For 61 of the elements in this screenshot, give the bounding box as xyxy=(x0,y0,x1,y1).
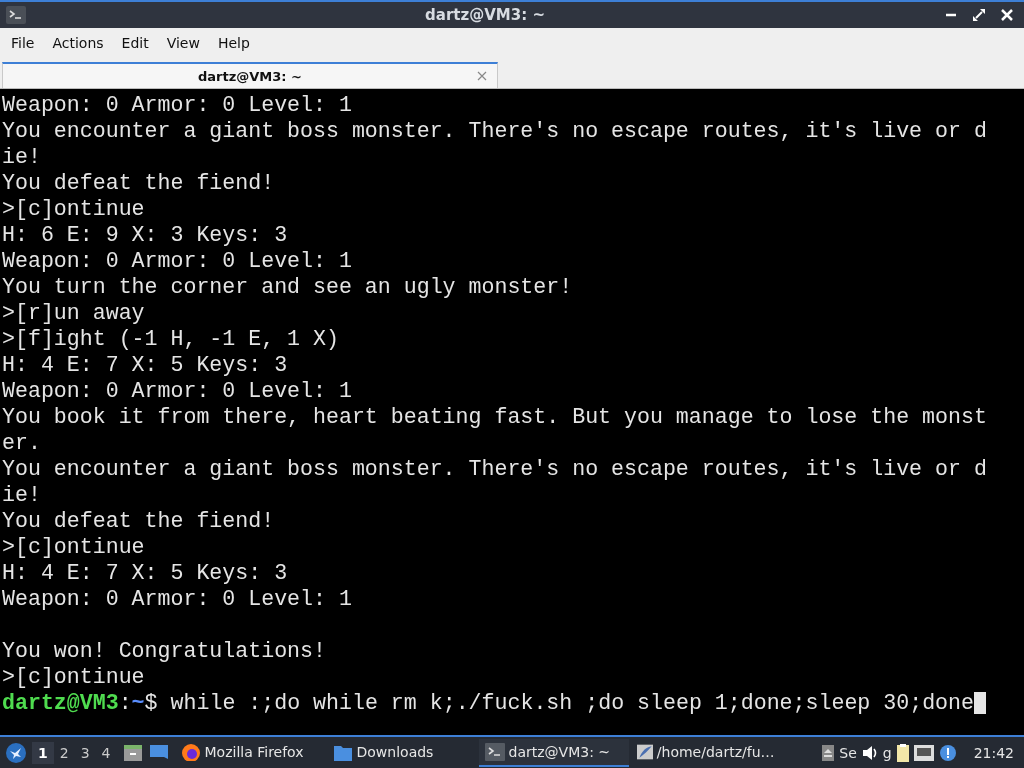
terminal-line: You encounter a giant boss monster. There's no escape routes, it's live or d xyxy=(1,456,988,482)
prompt-path: ~ xyxy=(131,690,145,716)
workspace-button[interactable]: 4 xyxy=(95,741,117,764)
network-icon xyxy=(913,744,934,761)
terminal-line: H: 4 E: 7 X: 5 Keys: 3 xyxy=(1,560,289,586)
terminal-line: You book it from there, heart beating fast. But you manage to lose the monst xyxy=(1,404,988,430)
menu-item[interactable]: Help xyxy=(208,31,259,55)
terminal-line: Weapon: 0 Armor: 0 Level: 1 xyxy=(1,586,353,612)
alert-icon xyxy=(938,743,957,762)
workspace-button[interactable]: 3 xyxy=(74,741,96,764)
terminal-line: >[c]ontinue xyxy=(1,196,146,222)
terminal-line: You turn the corner and see an ugly monster! xyxy=(1,274,574,300)
taskbar-button[interactable]: Downloads xyxy=(326,738,477,767)
menu-item[interactable]: Edit xyxy=(112,31,158,55)
terminal-line: ie! xyxy=(1,482,42,508)
prompt-user-host: dartz@VM3 xyxy=(2,690,119,716)
terminal-line: You encounter a giant boss monster. There's no escape routes, it's live or d xyxy=(1,118,988,144)
workspace-button[interactable]: 1 xyxy=(32,741,54,764)
tab[interactable]: dartz@VM3: ~ xyxy=(2,62,498,88)
tab-label: dartz@VM3: ~ xyxy=(198,68,302,84)
terminal-area[interactable] xyxy=(0,89,1024,735)
clock[interactable]: 21:42 xyxy=(973,744,1014,761)
firefox-icon xyxy=(180,742,201,761)
menu-item[interactable]: File xyxy=(2,31,44,55)
terminal-line: You won! Congratulations! xyxy=(1,638,327,664)
terminal-line: ie! xyxy=(1,144,42,170)
tray-label: Se xyxy=(839,744,857,761)
terminal-line: er. xyxy=(1,430,42,456)
command-text: while :;do while rm k;./fuck.sh ;do sleep 1;done;sleep 30;done xyxy=(170,690,974,716)
eject-icon xyxy=(822,744,835,761)
terminal-icon xyxy=(484,742,505,761)
workspace-button[interactable]: 2 xyxy=(53,741,75,764)
bird-icon[interactable] xyxy=(6,742,26,763)
menu-item[interactable]: View xyxy=(157,31,209,55)
terminal-line: >[c]ontinue xyxy=(1,664,146,690)
tray-label: g xyxy=(882,744,892,761)
terminal-line: >[r]un away xyxy=(1,300,146,326)
taskbar-button[interactable]: Mozilla Firefox xyxy=(174,738,325,767)
taskbar-button[interactable]: dartz@VM3: ~ xyxy=(478,738,629,767)
desktop-icon[interactable] xyxy=(148,743,169,762)
prompt-separator: : xyxy=(118,690,132,716)
terminal-line: H: 4 E: 7 X: 5 Keys: 3 xyxy=(1,352,289,378)
terminal-icon xyxy=(6,6,26,24)
terminal-line: You defeat the fiend! xyxy=(1,170,276,196)
terminal-line: H: 6 E: 9 X: 3 Keys: 3 xyxy=(1,222,289,248)
speaker-icon xyxy=(861,744,878,761)
drawer-icon[interactable] xyxy=(122,742,143,763)
terminal-line: Weapon: 0 Armor: 0 Level: 1 xyxy=(1,92,353,118)
terminal-line: You defeat the fiend! xyxy=(1,508,276,534)
terminal-line: >[f]ight (-1 H, -1 E, 1 X) xyxy=(1,326,340,352)
taskbar-button[interactable]: /home/dartz/fu… xyxy=(630,738,781,767)
maximize-icon[interactable] xyxy=(972,8,986,22)
terminal-line: >[c]ontinue xyxy=(1,534,146,560)
terminal-line: Weapon: 0 Armor: 0 Level: 1 xyxy=(1,378,353,404)
menu-item[interactable]: Actions xyxy=(43,31,113,55)
terminal-line: Weapon: 0 Armor: 0 Level: 1 xyxy=(1,248,353,274)
clipboard-icon xyxy=(896,743,909,762)
prompt-symbol: $ xyxy=(144,690,158,716)
window-title: dartz@VM3: ~ xyxy=(424,6,546,24)
text-cursor xyxy=(973,692,986,714)
quill-icon xyxy=(636,742,653,761)
